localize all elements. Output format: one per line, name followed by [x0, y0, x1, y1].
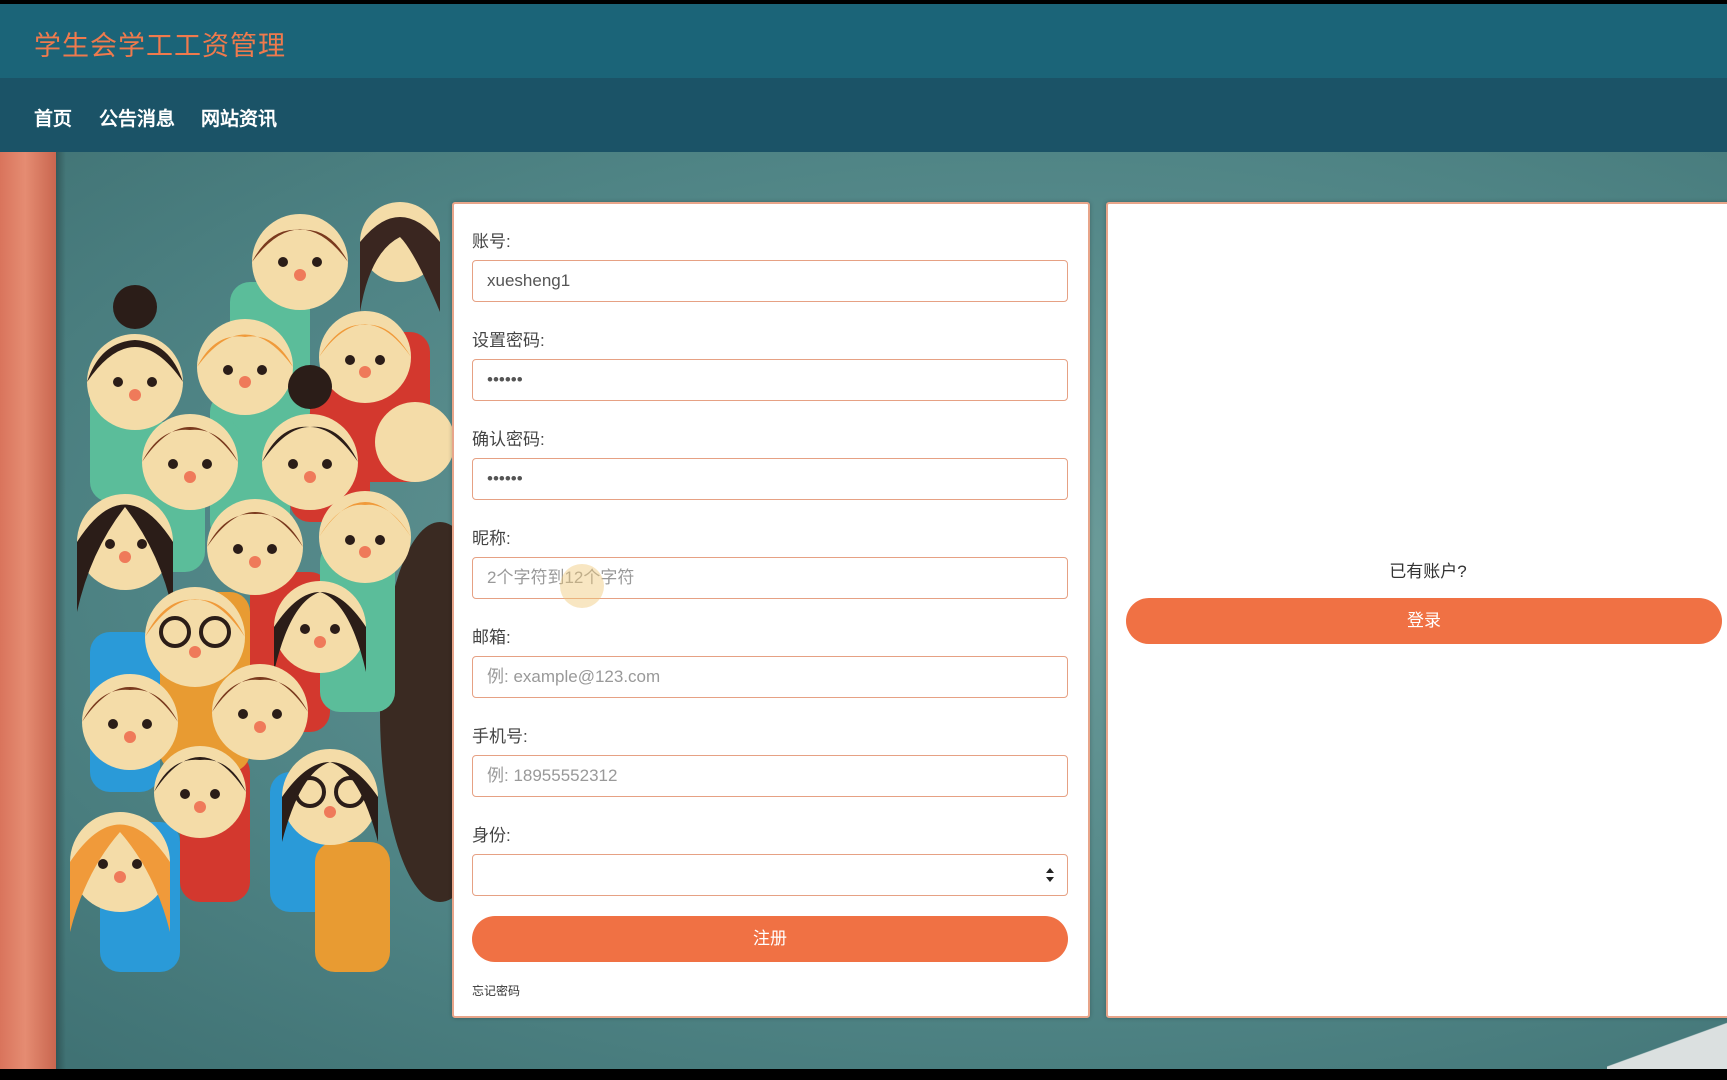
mouse-cursor-highlight [560, 564, 604, 608]
password-label: 设置密码: [472, 331, 545, 350]
header-bar: 学生会学工工资管理 [0, 4, 1727, 78]
email-label: 邮箱: [472, 628, 511, 647]
has-account-text: 已有账户? [1389, 562, 1467, 581]
identity-select[interactable] [472, 854, 1068, 896]
wood-shadow [56, 152, 66, 1069]
site-title[interactable]: 学生会学工工资管理 [34, 24, 286, 63]
nav-item-announcements[interactable]: 公告消息 [99, 104, 175, 131]
nickname-label: 昵称: [472, 529, 511, 548]
confirm-password-input[interactable]: •••••• [472, 458, 1068, 500]
confirm-password-label: 确认密码: [472, 430, 545, 449]
account-label: 账号: [472, 232, 511, 251]
phone-input[interactable]: 例: 18955552312 [472, 755, 1068, 797]
email-input[interactable]: 例: example@123.com [472, 656, 1068, 698]
login-prompt-card: 已有账户? 登录 [1106, 202, 1727, 1018]
register-button[interactable]: 注册 [472, 916, 1068, 962]
nav-item-news[interactable]: 网站资讯 [201, 104, 277, 131]
nav-item-home[interactable]: 首页 [34, 104, 72, 131]
email-placeholder: 例: example@123.com [487, 667, 661, 686]
wood-frame [0, 152, 56, 1069]
register-card: 账号: xuesheng1 设置密码: •••••• 确认密码: •••••• … [452, 202, 1090, 1018]
page-background: 账号: xuesheng1 设置密码: •••••• 确认密码: •••••• … [0, 152, 1727, 1069]
account-input[interactable]: xuesheng1 [472, 260, 1068, 302]
main-nav: 首页 公告消息 网站资讯 [0, 78, 1727, 152]
select-updown-icon [1046, 868, 1054, 882]
phone-placeholder: 例: 18955552312 [487, 766, 618, 785]
phone-label: 手机号: [472, 727, 528, 746]
crowd-illustration [70, 202, 470, 972]
chalk-decoration [1607, 1009, 1727, 1069]
forgot-password-link[interactable]: 忘记密码 [472, 982, 520, 999]
password-input[interactable]: •••••• [472, 359, 1068, 401]
identity-label: 身份: [472, 826, 511, 845]
login-button[interactable]: 登录 [1126, 598, 1722, 644]
